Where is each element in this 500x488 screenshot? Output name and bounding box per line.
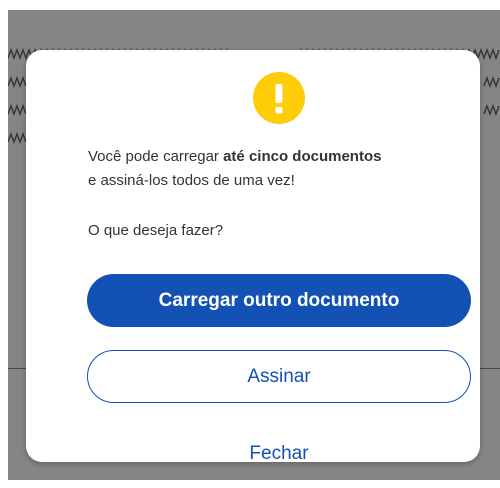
sign-button[interactable]: Assinar: [87, 350, 471, 403]
message-highlight: até cinco documentos: [223, 148, 382, 165]
exclamation-icon: [253, 72, 305, 124]
confirmation-dialog: Você pode carregar até cinco documentos …: [26, 50, 480, 464]
dialog-message: Você pode carregar até cinco documentos …: [88, 145, 488, 193]
dialog-question: O que deseja fazer?: [88, 222, 224, 239]
message-text-continued: e assiná-los todos de uma vez!: [88, 172, 295, 189]
message-text: Você pode carregar: [88, 148, 224, 165]
close-button[interactable]: Fechar: [226, 441, 332, 467]
upload-another-document-button[interactable]: Carregar outro documento: [87, 274, 471, 327]
